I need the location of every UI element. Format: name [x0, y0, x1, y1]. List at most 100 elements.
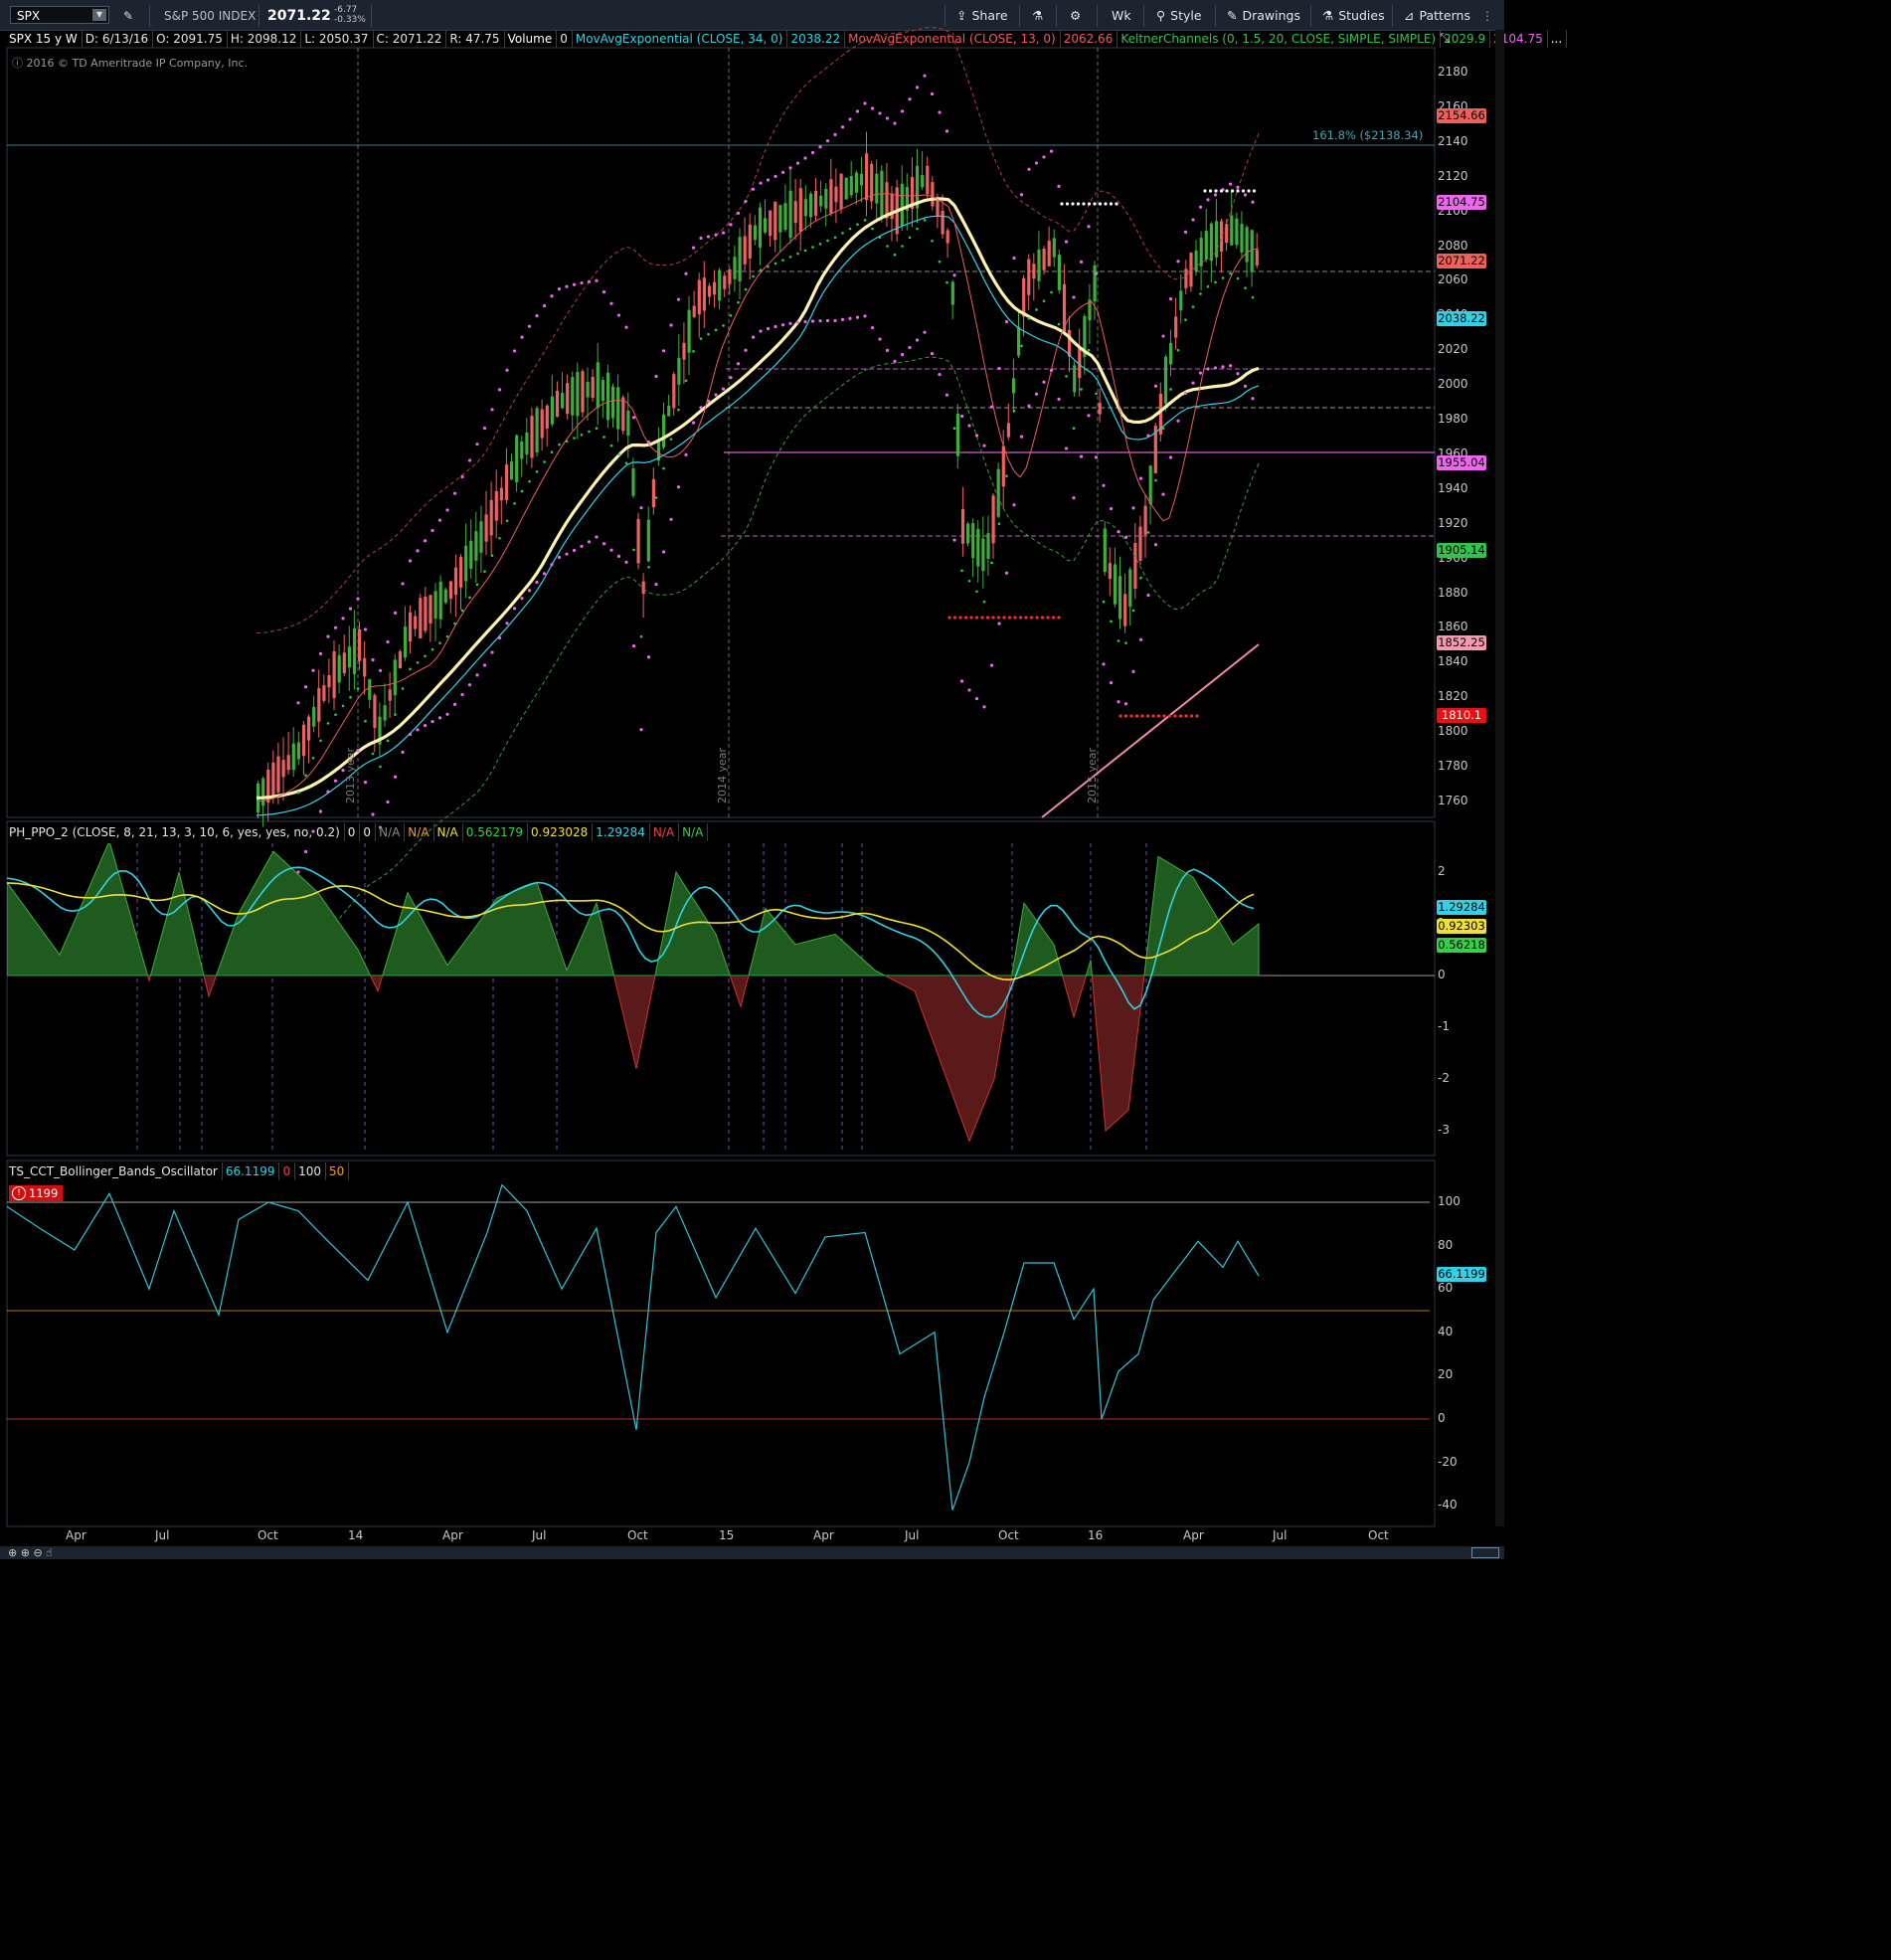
- upper-band-dot: [1094, 271, 1099, 275]
- chart-thumbnail-icon[interactable]: [1471, 1547, 1499, 1558]
- upper-band-dot: [602, 290, 606, 294]
- lower-band-dot: [780, 323, 785, 327]
- lower-band-dot: [840, 317, 845, 321]
- candle-body: [946, 230, 949, 244]
- ppo-panel[interactable]: [6, 841, 1435, 1154]
- upper-band-dot: [780, 170, 785, 174]
- lower-band-dot: [437, 716, 442, 720]
- candle-body: [1108, 563, 1112, 580]
- lower-band-dot: [1236, 372, 1240, 376]
- lower-band-dot: [684, 452, 688, 456]
- upper-band-dot: [691, 246, 696, 250]
- keltner-mid-dot: [1065, 375, 1068, 378]
- lower-band-dot: [1094, 455, 1099, 459]
- lower-band-dot: [520, 597, 524, 601]
- lower-band-dot: [303, 849, 308, 854]
- chart-canvas[interactable]: [0, 0, 1504, 1559]
- upper-band-dot: [885, 116, 890, 120]
- candle-body: [931, 182, 935, 207]
- candle-body: [697, 279, 701, 315]
- pivot-dot: [1145, 714, 1150, 718]
- vertical-scrollbar[interactable]: [1495, 30, 1504, 1526]
- pivot-dot: [1230, 189, 1235, 193]
- pivot-dot: [1060, 202, 1064, 206]
- price-info-item: ...: [1548, 30, 1568, 48]
- candle-body: [398, 651, 402, 668]
- lower-band-dot: [609, 548, 613, 552]
- keltner-mid-dot: [893, 253, 897, 257]
- bb-info-item: TS_CCT_Bollinger_Bands_Oscillator: [6, 1162, 223, 1180]
- keltner-mid-dot: [931, 239, 934, 243]
- upper-band-dot: [1176, 260, 1180, 264]
- lower-band-dot: [565, 552, 569, 556]
- candle-body: [291, 743, 295, 771]
- candle-body: [586, 381, 590, 398]
- candle-body: [814, 190, 818, 216]
- pivot-dot: [1018, 616, 1023, 620]
- keltner-mid-dot: [818, 243, 822, 246]
- lower-band-dot: [631, 644, 636, 648]
- alert-badge[interactable]: ! 1199: [9, 1185, 63, 1201]
- alert-value: 1199: [29, 1186, 59, 1200]
- keltner-mid-dot: [1154, 478, 1157, 482]
- keltner-mid-dot: [438, 641, 441, 644]
- upper-band-dot: [318, 651, 323, 655]
- keltner-mid-dot: [1035, 308, 1038, 311]
- candle-body: [1123, 594, 1127, 626]
- upper-band-dot: [788, 166, 792, 170]
- candle-body: [1027, 259, 1031, 295]
- lower-band-dot: [945, 393, 949, 397]
- upper-band-dot: [878, 111, 882, 115]
- candle-body: [1128, 569, 1132, 608]
- candle-body: [950, 281, 954, 305]
- candle-body: [1032, 264, 1036, 279]
- keltner-mid-dot: [364, 719, 367, 723]
- pivot-dot: [1051, 616, 1056, 620]
- keltner-mid-dot: [916, 227, 919, 231]
- candle-body: [368, 678, 372, 700]
- pivot-dot: [1115, 202, 1118, 206]
- candle-body: [1006, 423, 1010, 438]
- hand-icon[interactable]: ☝: [46, 1546, 53, 1559]
- candle-body: [616, 387, 620, 430]
- candle-body: [424, 596, 428, 631]
- pivot-dot: [1173, 714, 1177, 718]
- keltner-mid-dot: [386, 739, 390, 743]
- lower-band-dot: [624, 560, 628, 564]
- candle-body: [753, 225, 757, 241]
- pivot-dot: [985, 616, 990, 620]
- zoom-in-icon[interactable]: ⊕: [8, 1546, 17, 1559]
- candle-body: [1011, 378, 1016, 394]
- keltner-mid-dot: [967, 579, 971, 583]
- lower-band-dot: [952, 538, 956, 542]
- candle-body: [758, 207, 763, 248]
- lower-band-dot: [669, 517, 673, 521]
- candle-body: [738, 237, 742, 281]
- candle-body: [499, 487, 503, 501]
- zoom-reset-icon[interactable]: ⊖: [33, 1546, 42, 1559]
- upper-band-dot: [348, 607, 353, 611]
- candle-body: [1138, 526, 1142, 561]
- upper-band-dot: [408, 559, 413, 563]
- candle-body: [986, 533, 990, 559]
- keltner-mid-dot: [624, 461, 628, 464]
- pivot-dot: [1151, 714, 1155, 718]
- keltner-mid-dot: [707, 332, 710, 336]
- lower-band-dot: [527, 589, 532, 593]
- keltner-mid-dot: [811, 246, 814, 249]
- pivot-dot: [1203, 189, 1207, 193]
- lower-band-dot: [714, 393, 718, 397]
- upper-band-dot: [1191, 218, 1195, 222]
- candle-body: [261, 778, 265, 806]
- lower-band-dot: [1191, 381, 1195, 385]
- lower-band-dot: [475, 673, 479, 677]
- bb-oscillator-panel[interactable]: [6, 1183, 1430, 1511]
- bb-info-item: 100: [295, 1162, 327, 1180]
- upper-band-dot: [1034, 161, 1039, 165]
- keltner-mid-dot: [498, 536, 501, 540]
- candle-body: [409, 612, 413, 642]
- upper-band-dot: [676, 297, 681, 301]
- candle-body: [281, 760, 285, 778]
- zoom-out-icon[interactable]: ⊕: [21, 1546, 30, 1559]
- candle-body: [976, 528, 980, 567]
